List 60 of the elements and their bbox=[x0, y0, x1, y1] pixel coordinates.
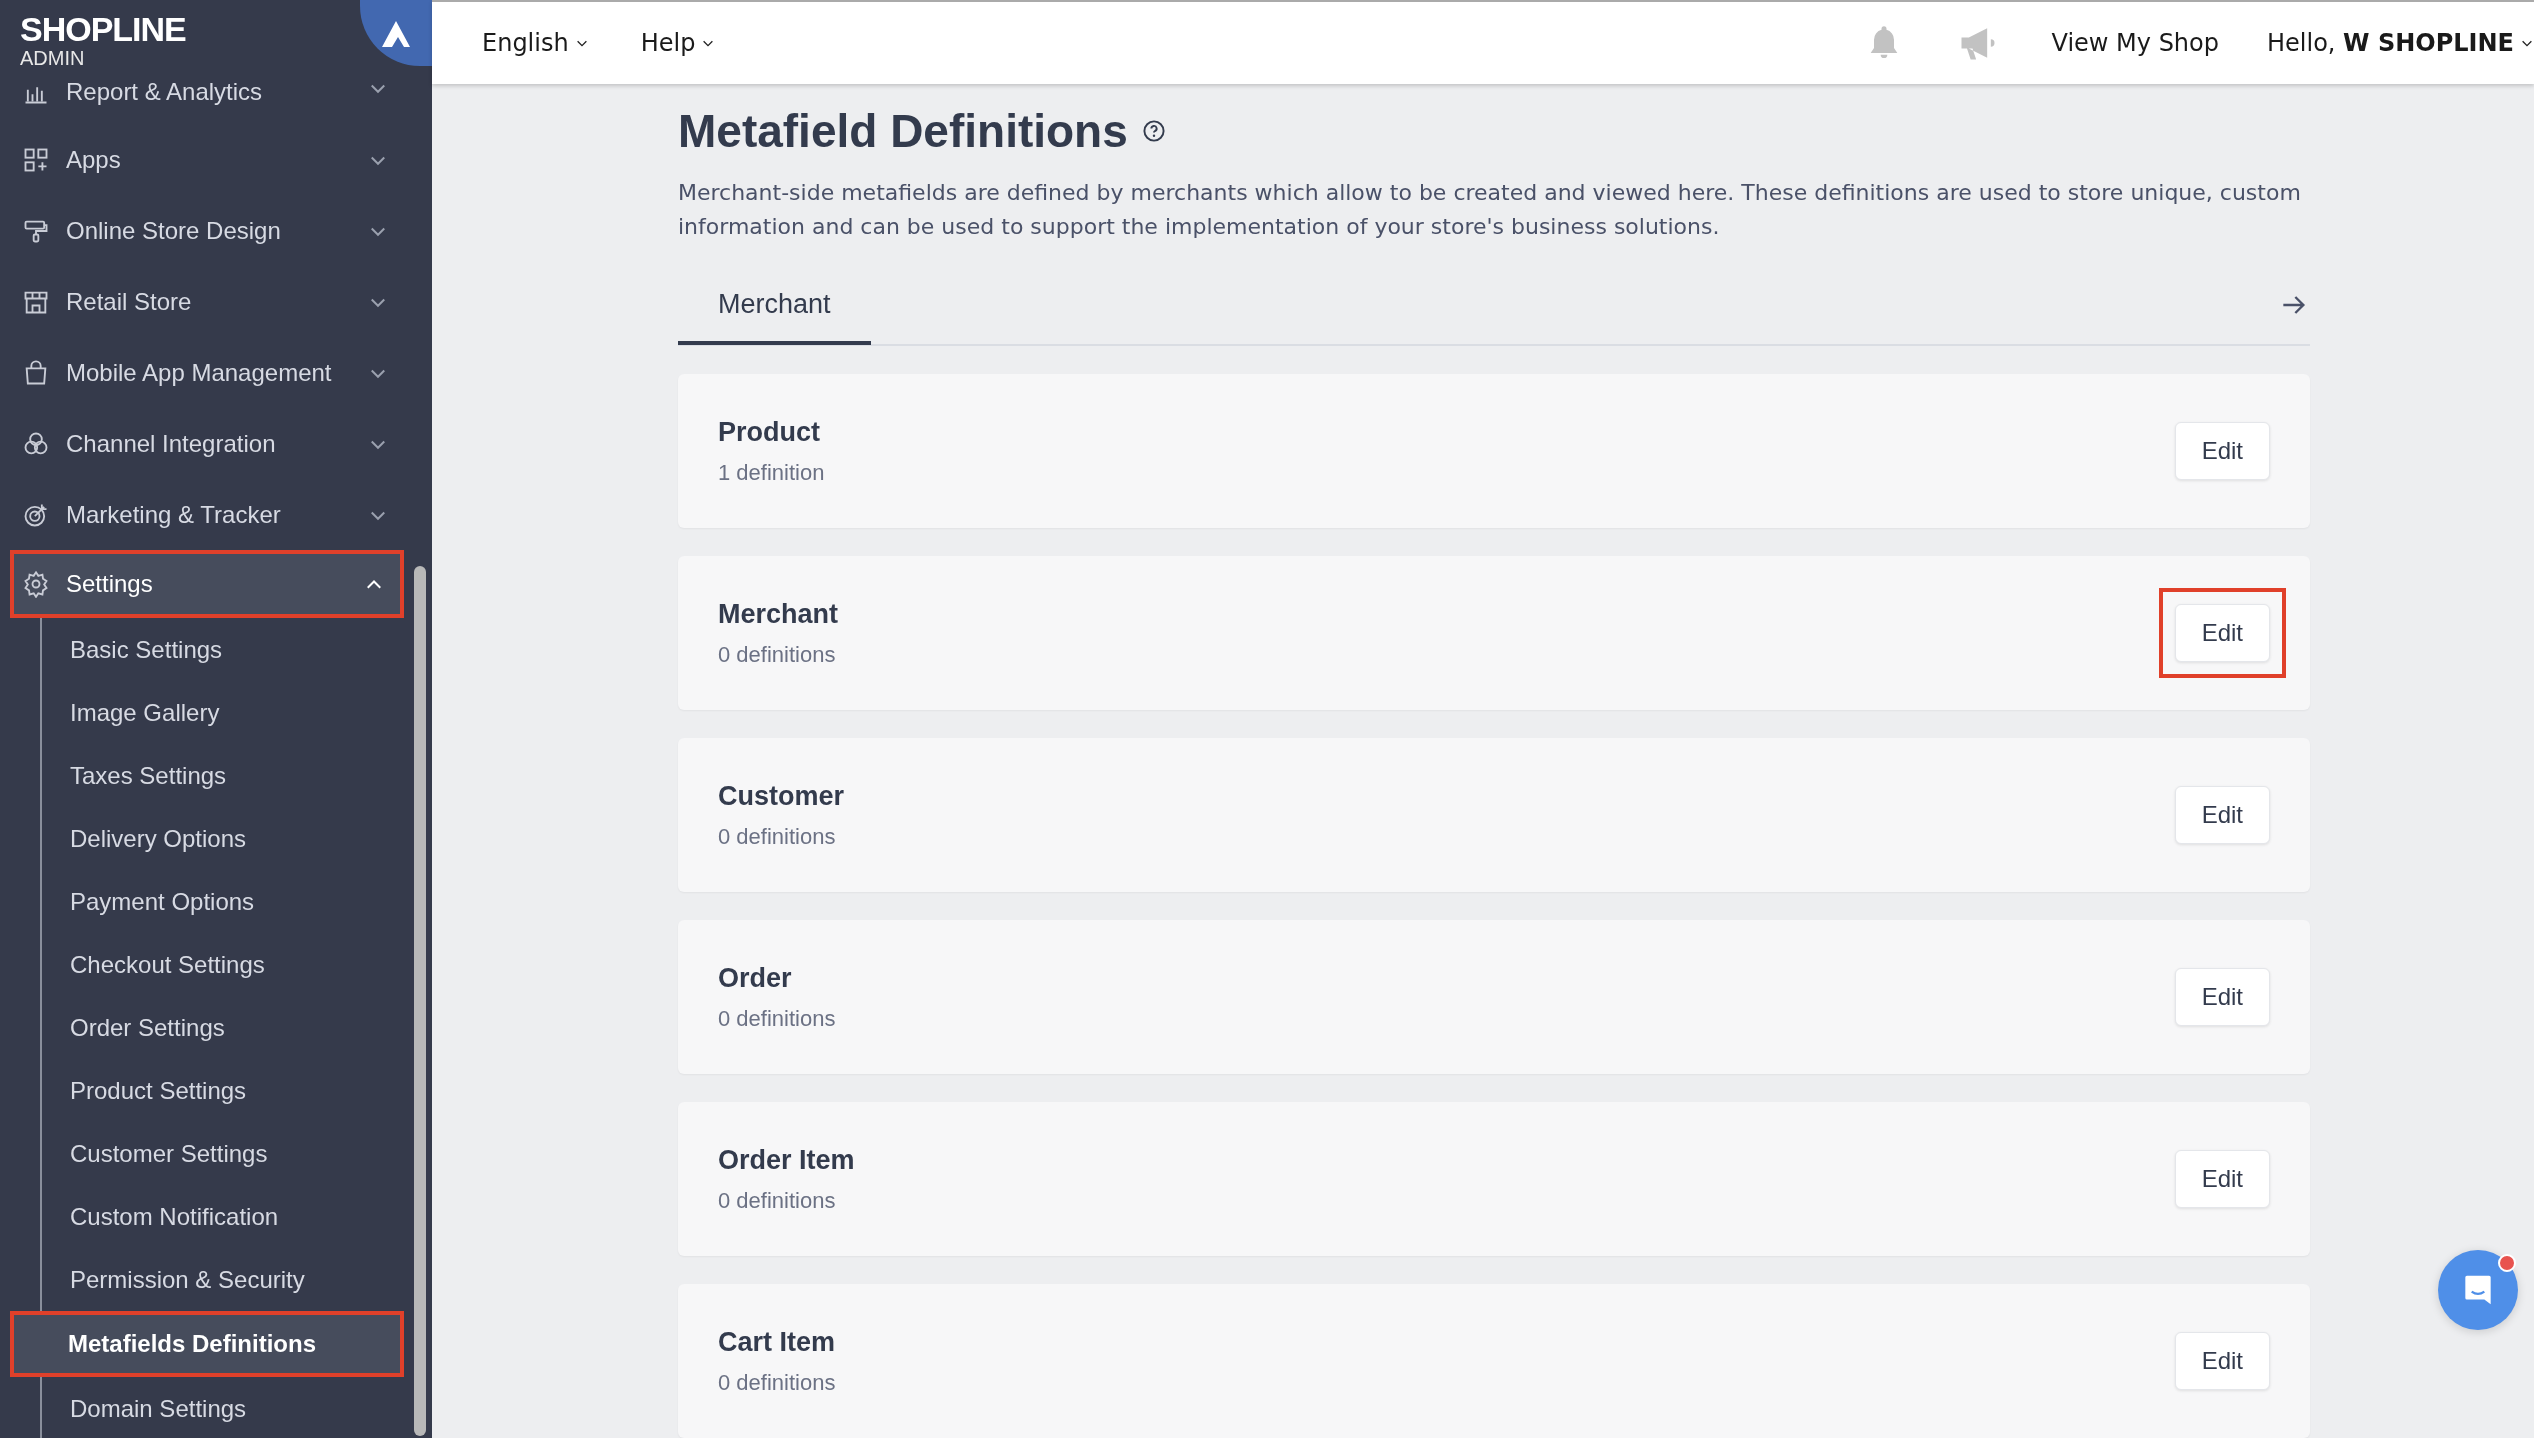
card-title: Order bbox=[718, 962, 793, 994]
sidebar-item[interactable]: Online Store Design bbox=[0, 195, 408, 266]
sidebar-item[interactable]: Marketing & Tracker bbox=[0, 479, 408, 550]
sidebar-item-label: Mobile App Management bbox=[66, 358, 333, 387]
submenu-item[interactable]: Image Gallery bbox=[42, 681, 408, 744]
edit-button[interactable]: Edit bbox=[2174, 422, 2270, 480]
card-title: Order Item bbox=[718, 1144, 855, 1176]
sidebar-item[interactable]: Report & Analytics bbox=[0, 78, 408, 124]
submenu-item[interactable]: Customer Settings bbox=[42, 1122, 408, 1185]
definition-count: 1 definition bbox=[718, 459, 825, 486]
card-title: Cart Item bbox=[718, 1326, 836, 1358]
submenu-item[interactable]: Basic Settings bbox=[42, 618, 408, 681]
definition-count: 0 definitions bbox=[718, 641, 837, 668]
card-title: Product bbox=[718, 416, 821, 448]
sidebar-item-label: Channel Integration bbox=[66, 429, 277, 458]
sidebar-item-label: Retail Store bbox=[66, 287, 193, 316]
sidebar-item[interactable]: Apps bbox=[0, 124, 408, 195]
definition-count: 0 definitions bbox=[718, 1187, 837, 1214]
chat-button[interactable] bbox=[2438, 1250, 2518, 1330]
edit-button[interactable]: Edit bbox=[2174, 786, 2270, 844]
submenu-item[interactable]: Domain Settings bbox=[42, 1377, 408, 1438]
sidebar-item[interactable]: Retail Store bbox=[0, 266, 408, 337]
card-title: Customer bbox=[718, 780, 845, 812]
edit-button[interactable]: Edit bbox=[2174, 604, 2270, 662]
sidebar-item-label: Report & Analytics bbox=[66, 78, 264, 106]
submenu-item[interactable]: Payment Options bbox=[42, 870, 408, 933]
sidebar-item[interactable]: Settings bbox=[10, 550, 404, 618]
definition-count: 0 definitions bbox=[718, 1369, 836, 1396]
page-title: Metafield Definitions bbox=[678, 104, 1128, 158]
sidebar-item[interactable]: Mobile App Management bbox=[0, 337, 408, 408]
sidebar-item-label: Online Store Design bbox=[66, 216, 282, 245]
submenu-item[interactable]: Permission & Security bbox=[42, 1248, 408, 1311]
submenu-item[interactable]: Product Settings bbox=[42, 1059, 408, 1122]
sidebar-item-label: Apps bbox=[66, 145, 122, 174]
language-menu[interactable]: English bbox=[482, 29, 589, 57]
help-menu[interactable]: Help bbox=[640, 29, 716, 57]
sidebar-item-label: Marketing & Tracker bbox=[66, 500, 282, 529]
submenu-item[interactable]: Checkout Settings bbox=[42, 933, 408, 996]
logo-subtitle: ADMIN bbox=[20, 48, 86, 68]
page-description: Merchant-side metafields are defined by merchants which allow to be created and viewed here. These definitions are used to store unique, custom information and can be used to support the implementation of your store's business solutions. bbox=[678, 179, 2302, 241]
help-icon[interactable] bbox=[1141, 119, 1166, 143]
sidebar-item[interactable]: Channel Integration bbox=[0, 408, 408, 479]
settings-icon bbox=[22, 570, 50, 598]
edit-button[interactable]: Edit bbox=[2174, 1332, 2270, 1390]
submenu-item[interactable]: Taxes Settings bbox=[42, 744, 408, 807]
view-shop-link[interactable]: View My Shop bbox=[2051, 29, 2219, 57]
submenu-item[interactable]: Custom Notification bbox=[42, 1185, 408, 1248]
submenu-item[interactable]: Delivery Options bbox=[42, 807, 408, 870]
definition-count: 0 definitions bbox=[718, 1005, 836, 1032]
submenu-item[interactable]: Order Settings bbox=[42, 996, 408, 1059]
card-title: Merchant bbox=[718, 598, 839, 630]
user-menu[interactable]: Hello, W SHOPLINE bbox=[2267, 29, 2534, 57]
definition-count: 0 definitions bbox=[718, 823, 837, 850]
edit-button[interactable]: Edit bbox=[2174, 968, 2270, 1026]
logo-text: SHOPLINE bbox=[20, 12, 186, 46]
sidebar-item-label: Settings bbox=[66, 570, 154, 598]
submenu-item[interactable]: Metafields Definitions bbox=[10, 1311, 404, 1377]
scrollbar[interactable] bbox=[414, 566, 426, 1436]
edit-button[interactable]: Edit bbox=[2174, 1150, 2270, 1208]
tab[interactable]: Merchant bbox=[678, 267, 871, 345]
